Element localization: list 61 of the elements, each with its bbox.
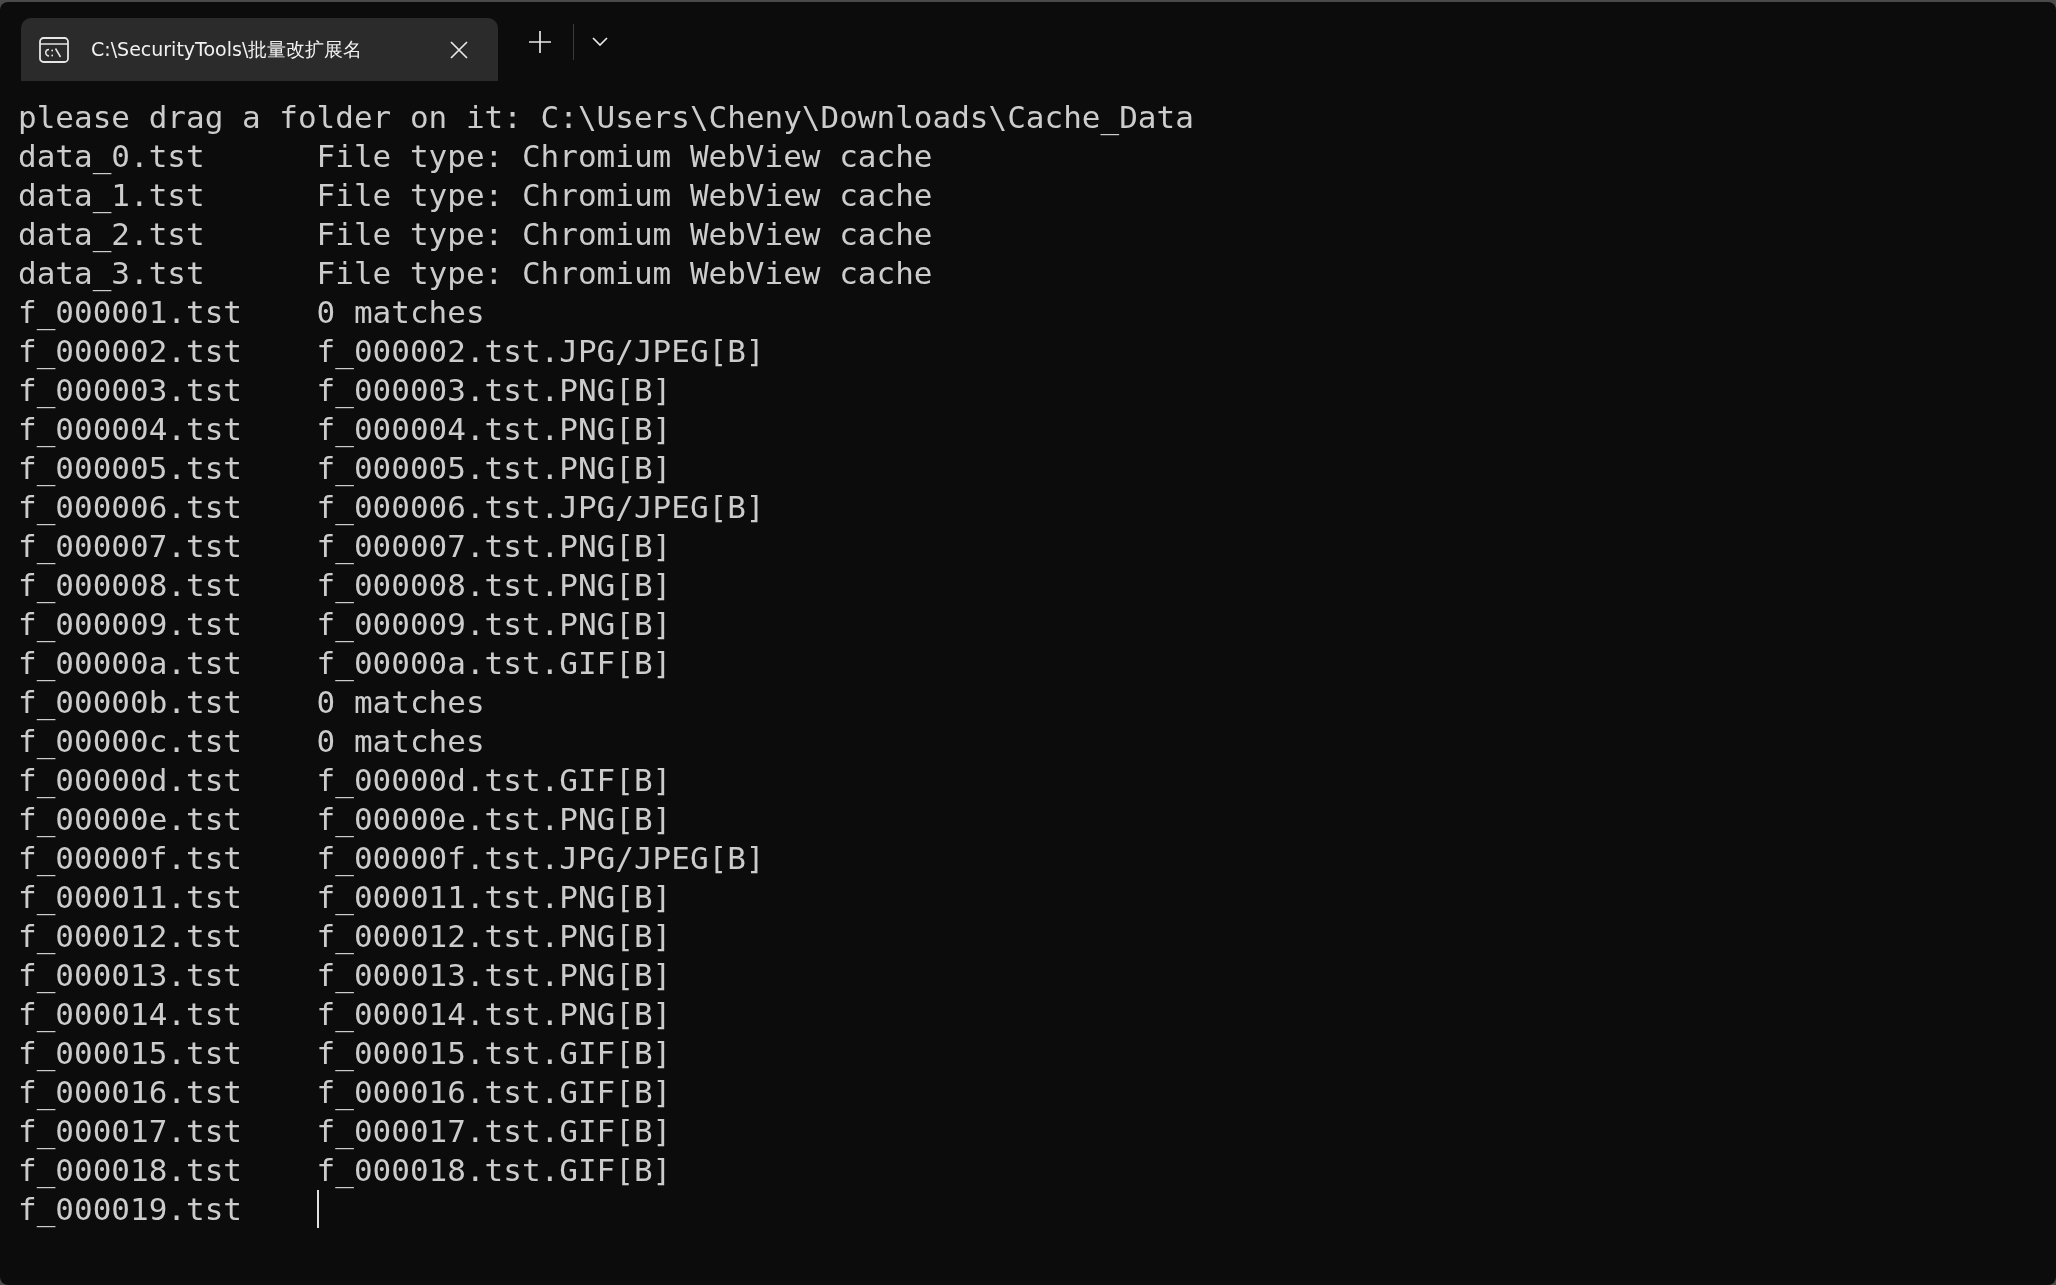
result-text: f_000016.tst.GIF[B] <box>316 1073 672 1110</box>
result-text: File type: Chromium WebView cache <box>316 176 933 213</box>
file-name-text: f_000018.tst <box>18 1151 242 1188</box>
file-name-text: f_00000a.tst <box>18 644 242 681</box>
tab[interactable]: C:\SecurityTools\批量改扩展名 <box>21 18 498 81</box>
result-text: f_000017.tst.GIF[B] <box>316 1112 672 1149</box>
file-name-text: f_000005.tst <box>18 449 242 486</box>
file-name-text: f_00000f.tst <box>18 839 242 876</box>
result-text: f_000015.tst.GIF[B] <box>316 1034 672 1071</box>
result-text: f_000007.tst.PNG[B] <box>316 527 672 564</box>
chevron-down-icon <box>592 37 608 46</box>
plus-icon <box>529 30 551 53</box>
file-name-text: f_000016.tst <box>18 1073 242 1110</box>
file-name-text: f_000019.tst <box>18 1190 242 1227</box>
result-text: f_000011.tst.PNG[B] <box>316 878 672 915</box>
file-name-text: f_000004.tst <box>18 410 242 447</box>
result-text: 0 matches <box>316 722 485 759</box>
file-name-text: data_0.tst <box>18 137 205 174</box>
file-name-text: data_1.tst <box>18 176 205 213</box>
result-text: File type: Chromium WebView cache <box>316 215 933 252</box>
result-text: 0 matches <box>316 683 485 720</box>
file-name-text: f_000015.tst <box>18 1034 242 1071</box>
result-text: f_00000f.tst.JPG/JPEG[B] <box>316 839 765 876</box>
prompt-text: please drag a folder on it: C:\Users\Cheny\Downloads\Cache_Data <box>18 98 1194 135</box>
file-name-text: data_2.tst <box>18 215 205 252</box>
result-text: f_00000e.tst.PNG[B] <box>316 800 672 837</box>
file-name-text: data_3.tst <box>18 254 205 291</box>
file-name-text: f_000002.tst <box>18 332 242 369</box>
file-name-text: f_00000e.tst <box>18 800 242 837</box>
file-name-text: f_000013.tst <box>18 956 242 993</box>
result-text: File type: Chromium WebView cache <box>316 137 933 174</box>
result-text: f_000018.tst.GIF[B] <box>316 1151 672 1188</box>
result-text: f_000009.tst.PNG[B] <box>316 605 672 642</box>
result-text: f_000012.tst.PNG[B] <box>316 917 672 954</box>
result-text: f_000005.tst.PNG[B] <box>316 449 672 486</box>
file-name-text: f_000017.tst <box>18 1112 242 1149</box>
result-text: 0 matches <box>316 293 485 330</box>
file-name-text: f_000014.tst <box>18 995 242 1032</box>
result-text: f_000006.tst.JPG/JPEG[B] <box>316 488 765 525</box>
result-text: f_000002.tst.JPG/JPEG[B] <box>316 332 765 369</box>
file-name-text: f_00000d.tst <box>18 761 242 798</box>
close-icon <box>450 40 468 59</box>
file-name-text: f_000006.tst <box>18 488 242 525</box>
file-name-text: f_000007.tst <box>18 527 242 564</box>
file-name-text: f_000012.tst <box>18 917 242 954</box>
result-text: f_00000d.tst.GIF[B] <box>316 761 672 798</box>
file-name-text: f_000009.tst <box>18 605 242 642</box>
result-text: f_000014.tst.PNG[B] <box>316 995 672 1032</box>
file-name-text: f_00000c.tst <box>18 722 242 759</box>
console-window-icon <box>39 36 69 63</box>
result-text: f_000013.tst.PNG[B] <box>316 956 672 993</box>
file-name-text: f_00000b.tst <box>18 683 242 720</box>
result-text: f_000004.tst.PNG[B] <box>316 410 672 447</box>
result-text: File type: Chromium WebView cache <box>316 254 933 291</box>
file-name-text: f_000003.tst <box>18 371 242 408</box>
result-text: f_00000a.tst.GIF[B] <box>316 644 672 681</box>
result-text: f_000008.tst.PNG[B] <box>316 566 672 603</box>
result-text: f_000003.tst.PNG[B] <box>316 371 672 408</box>
file-name-text: f_000008.tst <box>18 566 242 603</box>
file-name-text: f_000011.tst <box>18 878 242 915</box>
file-name-text: f_000001.tst <box>18 293 242 330</box>
